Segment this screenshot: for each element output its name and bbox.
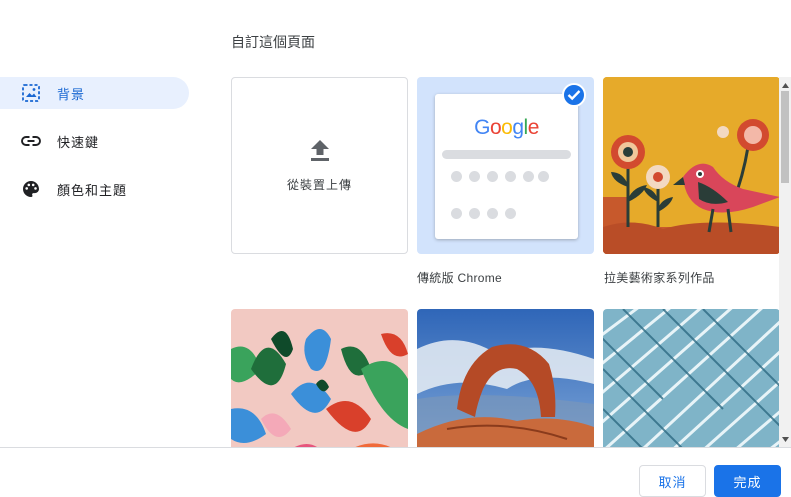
link-icon: [20, 130, 42, 152]
architecture-tile[interactable]: [603, 309, 780, 447]
latin-art-caption: 拉美藝術家系列作品: [604, 271, 715, 285]
image-icon: [20, 82, 42, 104]
sidebar-item-label: 顏色和主題: [57, 182, 128, 198]
delicate-arch-tile[interactable]: [417, 309, 594, 447]
dialog-footer: 取消 完成: [0, 447, 791, 497]
done-button[interactable]: 完成: [714, 465, 781, 497]
arch-photo: [417, 309, 594, 447]
sidebar-item-shortcuts[interactable]: 快速鍵: [0, 125, 189, 157]
classic-chrome-tile[interactable]: Google: [417, 77, 594, 254]
search-bar-placeholder: [442, 150, 571, 159]
sidebar-item-label: 背景: [57, 86, 86, 102]
scroll-down-arrow-icon[interactable]: [779, 433, 791, 445]
classic-chrome-caption: 傳統版 Chrome: [417, 271, 503, 285]
botanical-illustration: [231, 309, 408, 447]
sidebar-item-background[interactable]: 背景: [0, 77, 189, 109]
architecture-photo: [603, 309, 780, 447]
background-grid: 從裝置上傳 Google 傳統版 Chrome 拉美藝術家系列作品: [231, 77, 780, 447]
scrollbar[interactable]: [779, 77, 791, 447]
google-logo: Google: [474, 116, 539, 139]
classic-chrome-preview: Google: [435, 94, 578, 239]
palette-icon: [20, 178, 42, 200]
sidebar: 背景 快速鍵 顏色和主題: [0, 77, 200, 221]
dialog-title: 自訂這個頁面: [231, 34, 315, 50]
check-icon: [562, 83, 586, 107]
latin-art-illustration: [603, 77, 780, 254]
scroll-thumb[interactable]: [781, 91, 789, 183]
sidebar-item-colors-themes[interactable]: 顏色和主題: [0, 173, 189, 205]
botanical-art-tile[interactable]: [231, 309, 408, 447]
sidebar-item-label: 快速鍵: [57, 134, 100, 150]
cancel-button[interactable]: 取消: [639, 465, 706, 497]
upload-from-device-tile[interactable]: 從裝置上傳: [231, 77, 408, 254]
upload-icon: [309, 139, 331, 168]
shortcut-dots: [451, 171, 566, 245]
upload-label: 從裝置上傳: [286, 177, 352, 192]
scroll-up-arrow-icon[interactable]: [779, 79, 791, 91]
latin-american-art-tile[interactable]: [603, 77, 780, 254]
